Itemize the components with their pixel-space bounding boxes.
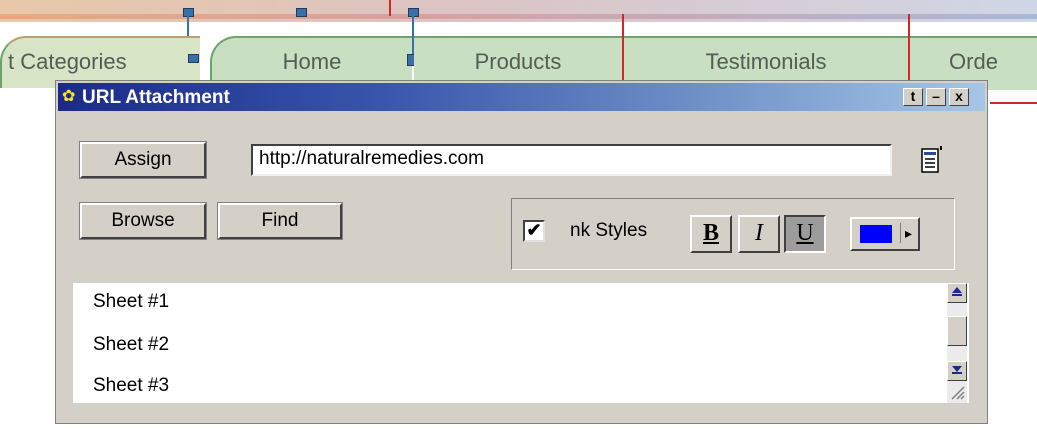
list-item[interactable]: Sheet #2 (93, 334, 169, 356)
list-scrollbar[interactable] (947, 283, 967, 403)
nav-tab-label: Home (282, 49, 342, 74)
page-top-strip (0, 14, 1037, 19)
list-item[interactable]: Sheet #1 (93, 291, 169, 313)
red-guide-line (990, 102, 1037, 104)
arrow-up-icon (952, 287, 962, 296)
link-color-picker[interactable]: ▸ (850, 217, 920, 251)
bold-button[interactable]: B (690, 215, 732, 253)
link-styles-group: ✔ nk Styles B I U ▸ (511, 198, 955, 270)
document-list-icon[interactable] (921, 146, 943, 174)
url-input[interactable]: http://naturalremedies.com (251, 144, 892, 176)
url-attachment-dialog: ✿ URL Attachment t – x Assign http://nat… (55, 80, 988, 424)
nav-tab-label: t Categories (8, 49, 127, 74)
arrow-down-icon (952, 366, 962, 374)
resize-grip-icon[interactable] (949, 384, 965, 400)
assign-button[interactable]: Assign (79, 141, 207, 179)
underline-button[interactable]: U (784, 215, 826, 253)
dialog-titlebar[interactable]: ✿ URL Attachment t – x (58, 83, 985, 111)
browse-button[interactable]: Browse (79, 202, 207, 240)
scroll-up-button[interactable] (947, 283, 967, 303)
dialog-title: URL Attachment (82, 87, 230, 108)
color-swatch (860, 225, 892, 243)
link-styles-checkbox[interactable]: ✔ (523, 220, 545, 242)
minimize-button[interactable]: – (926, 88, 946, 106)
close-button[interactable]: x (949, 88, 969, 106)
nav-tab-label: Products (474, 49, 562, 74)
list-item[interactable]: Sheet #3 (93, 375, 169, 397)
selection-handle[interactable] (296, 8, 307, 17)
nav-tab-label: Testimonials (705, 49, 827, 74)
nav-tab-label: Orde (949, 49, 998, 74)
italic-button[interactable]: I (738, 215, 780, 253)
pin-button[interactable]: t (903, 88, 923, 106)
dropdown-arrow-icon: ▸ (900, 223, 912, 243)
scroll-thumb[interactable] (947, 316, 967, 346)
scroll-down-button[interactable] (947, 361, 967, 381)
page-top-band (0, 0, 1037, 22)
link-styles-label: nk Styles (570, 220, 648, 241)
sheet-list[interactable]: Sheet #1 Sheet #2 Sheet #3 (73, 283, 969, 403)
selection-handle[interactable] (188, 54, 199, 63)
red-guide-line (389, 0, 391, 16)
find-button[interactable]: Find (217, 202, 343, 240)
app-icon: ✿ (62, 88, 76, 105)
